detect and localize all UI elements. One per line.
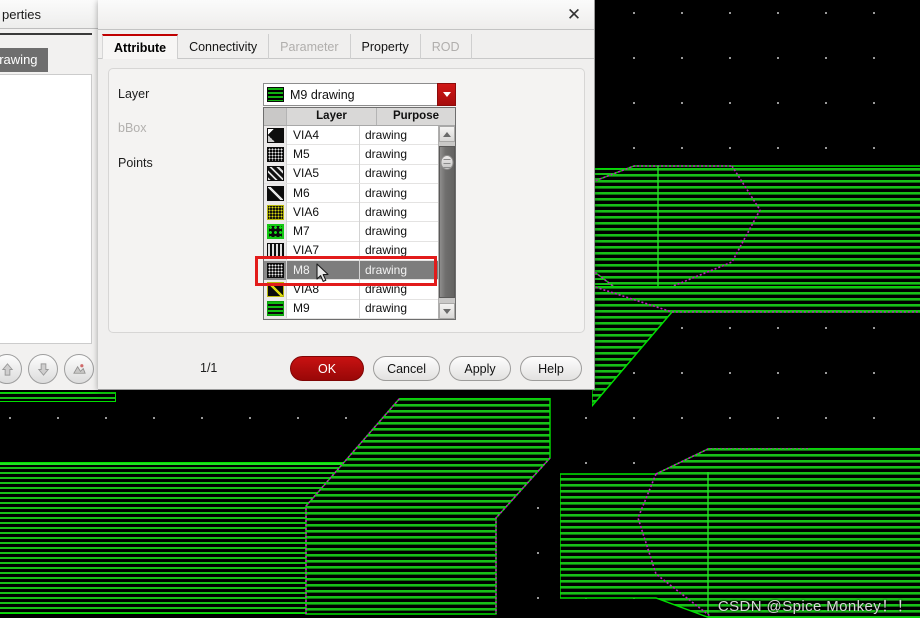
layer-field-label: Layer: [118, 87, 150, 101]
dropdown-header-purpose: Purpose: [392, 110, 439, 122]
scrollbar-grip-icon: [440, 155, 454, 170]
move-down-button[interactable]: [28, 354, 58, 384]
scroll-down-arrow-icon[interactable]: [439, 303, 455, 319]
list-item-purpose: drawing: [365, 224, 408, 239]
list-item[interactable]: M5 drawing: [264, 144, 438, 165]
list-item-purpose: drawing: [365, 185, 408, 200]
layer-swatch-icon: [264, 144, 287, 164]
dropdown-header-icon-col: [264, 108, 287, 125]
list-item-layer: M9: [287, 299, 360, 319]
tab-property[interactable]: Property: [351, 34, 421, 59]
layer-swatch-icon: [264, 164, 287, 184]
list-item[interactable]: M9 drawing: [264, 299, 438, 319]
layer-swatch-icon: [264, 183, 287, 203]
tab-parameter: Parameter: [269, 34, 351, 59]
help-button[interactable]: Help: [520, 356, 582, 381]
list-item-purpose: drawing: [365, 127, 408, 142]
tab-bar: Attribute Connectivity Parameter Propert…: [102, 34, 472, 59]
list-item-layer: VIA8: [287, 280, 360, 300]
dropdown-scrollbar[interactable]: [438, 126, 455, 319]
points-field-label: Points: [118, 156, 153, 170]
layer-combo-box[interactable]: M9 drawing: [263, 83, 455, 106]
list-item-selected[interactable]: M8 drawing: [264, 260, 438, 281]
list-item-layer: VIA7: [287, 241, 360, 261]
help-button-label: Help: [538, 361, 564, 376]
layer-swatch-icon: [264, 202, 287, 222]
page-index-label: 1/1: [200, 361, 218, 375]
chevron-down-icon[interactable]: [437, 83, 456, 106]
list-item[interactable]: VIA5 drawing: [264, 164, 438, 184]
apply-button[interactable]: Apply: [449, 356, 511, 381]
list-item-layer: M8: [287, 260, 360, 280]
cancel-button-label: Cancel: [387, 361, 426, 376]
layer-dropdown-list[interactable]: Layer Purpose VIA4 drawing M5 drawing VI…: [263, 107, 456, 320]
left-panel-list[interactable]: [0, 74, 92, 344]
layer-swatch-icon: [264, 222, 287, 242]
bbox-field-label: bBox: [118, 121, 147, 135]
list-item-layer: VIA5: [287, 164, 360, 184]
left-panel-button-row: [0, 354, 94, 384]
cancel-button[interactable]: Cancel: [373, 356, 440, 381]
left-panel-selected-item[interactable]: drawing: [0, 48, 48, 72]
layer-swatch-icon: [264, 126, 287, 145]
dialog-titlebar: ✕: [98, 0, 594, 30]
left-partial-panel: perties drawing: [0, 0, 99, 390]
list-item-purpose: drawing: [365, 166, 408, 181]
watermark-text: CSDN @Spice Monkey！！: [717, 598, 912, 615]
list-item-purpose: drawing: [365, 204, 408, 219]
list-item[interactable]: M6 drawing: [264, 183, 438, 204]
tab-connectivity[interactable]: Connectivity: [178, 34, 270, 59]
metal-sliver-left: [0, 392, 116, 402]
list-item[interactable]: VIA8 drawing: [264, 280, 438, 300]
scroll-up-arrow-icon[interactable]: [439, 126, 455, 142]
ok-button-label: OK: [318, 361, 337, 376]
list-item-purpose: drawing: [365, 243, 408, 258]
dropdown-header-row: Layer Purpose: [264, 108, 455, 126]
list-item[interactable]: VIA6 drawing: [264, 202, 438, 223]
list-item-layer: M6: [287, 183, 360, 203]
list-item-purpose: drawing: [365, 146, 408, 161]
dropdown-header-layer: Layer: [287, 108, 377, 125]
apply-button-label: Apply: [464, 361, 496, 376]
layer-swatch-icon: [264, 299, 287, 319]
arrow-up-icon: [1, 362, 13, 376]
list-item[interactable]: VIA4 drawing: [264, 126, 438, 146]
close-icon[interactable]: ✕: [560, 2, 588, 27]
list-item-layer: VIA6: [287, 202, 360, 222]
arrow-down-icon: [37, 362, 49, 376]
scrollbar-thumb[interactable]: [439, 146, 455, 298]
layer-swatch-icon: [264, 280, 287, 300]
tab-attribute[interactable]: Attribute: [102, 34, 179, 59]
layer-swatch-icon: [264, 260, 287, 280]
list-item[interactable]: VIA7 drawing: [264, 241, 438, 262]
list-item-layer: M5: [287, 144, 360, 164]
move-up-button[interactable]: [0, 354, 22, 384]
list-item-purpose: drawing: [365, 282, 408, 297]
metal-polygon-lower-right: [560, 448, 920, 618]
layer-swatch-icon: [267, 87, 284, 102]
scrollbar-track[interactable]: [439, 142, 455, 303]
list-item-layer: VIA4: [287, 126, 360, 145]
list-item-purpose: drawing: [365, 301, 408, 316]
list-item[interactable]: M7 drawing: [264, 222, 438, 242]
zoom-fit-button[interactable]: [64, 354, 94, 384]
shape-icon: [72, 363, 86, 374]
left-panel-divider: [0, 33, 92, 35]
dropdown-body: VIA4 drawing M5 drawing VIA5 drawing M6 …: [264, 126, 455, 319]
object-properties-dialog: ✕ Attribute Connectivity Parameter Prope…: [98, 0, 595, 390]
list-item-purpose: drawing: [365, 262, 408, 277]
ok-button[interactable]: OK: [290, 356, 365, 381]
layer-swatch-icon: [264, 241, 287, 261]
tab-rod: ROD: [421, 34, 472, 59]
dialog-footer-buttons: OK Cancel Apply Help: [290, 356, 582, 381]
layer-combo-value: M9 drawing: [290, 87, 355, 102]
left-panel-title: perties: [0, 0, 98, 29]
list-item-layer: M7: [287, 222, 360, 242]
